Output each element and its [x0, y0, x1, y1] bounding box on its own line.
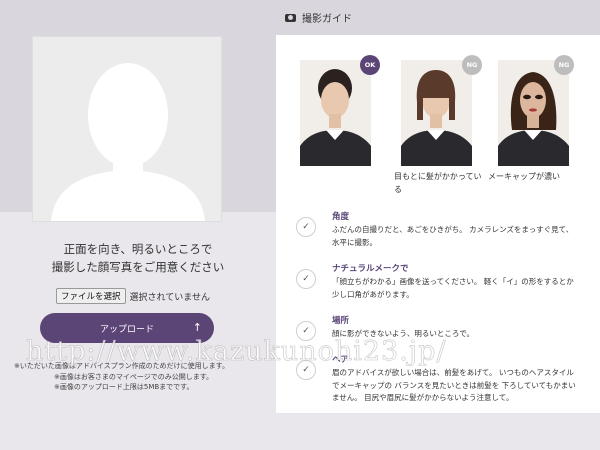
ok-badge: OK: [360, 55, 380, 75]
upload-instructions: 正面を向き、明るいところで 撮影した顔写真をご用意ください: [51, 242, 225, 274]
file-status: 選択されていません: [129, 292, 210, 303]
guide-item-desc: 眉のアドバイスが欲しい場合は、前髪をあげて。 いつものヘアスタイルでメーキャップ…: [332, 368, 576, 402]
guide-item-title: 場所: [332, 316, 350, 326]
guide-item-desc: 「顔立ちがわかる」画像を送ってください。 軽く「イ」の形をするとか少し口角があが…: [332, 277, 574, 299]
guide-photo-ok: [300, 60, 371, 166]
camera-icon: [285, 13, 296, 22]
guide-heading: 撮影ガイド: [285, 10, 352, 25]
face-photo-icon: [498, 60, 569, 166]
ng-badge: NG: [554, 55, 574, 75]
watermark: http://www.kazukunohi23.jp/: [26, 336, 447, 368]
guide-item-desc: ふだんの自撮りだと、あごをひきがち。 カメラレンズをまっすぐ見て、水平に撮影。: [332, 225, 574, 247]
silhouette-icon: [33, 37, 221, 221]
guide-item-title: 角度: [332, 212, 350, 222]
photo-caption: 目もとに髪がかかってい る: [394, 172, 482, 194]
face-photo-icon: [401, 60, 472, 166]
choose-file-button[interactable]: ファイルを選択: [56, 288, 126, 304]
face-photo-icon: [300, 60, 371, 166]
guide-photo-ng-makeup: [498, 60, 569, 166]
file-input: ファイルを選択 選択されていません: [56, 288, 210, 304]
guide-photo-ng-bangs: [401, 60, 472, 166]
upload-section: 正面を向き、明るいところで 撮影した顔写真をご用意ください ファイルを選択 選択…: [0, 0, 276, 450]
upload-button-label: アップロード: [99, 324, 154, 335]
ng-badge: NG: [462, 55, 482, 75]
check-icon: ✓: [296, 217, 316, 237]
avatar-placeholder: [32, 36, 222, 222]
guide-item-title: ナチュラルメークで: [332, 264, 409, 274]
check-icon: ✓: [296, 269, 316, 289]
arrow-up-icon: ↑: [192, 321, 202, 334]
photo-caption: メーキャップが濃い: [488, 172, 560, 181]
